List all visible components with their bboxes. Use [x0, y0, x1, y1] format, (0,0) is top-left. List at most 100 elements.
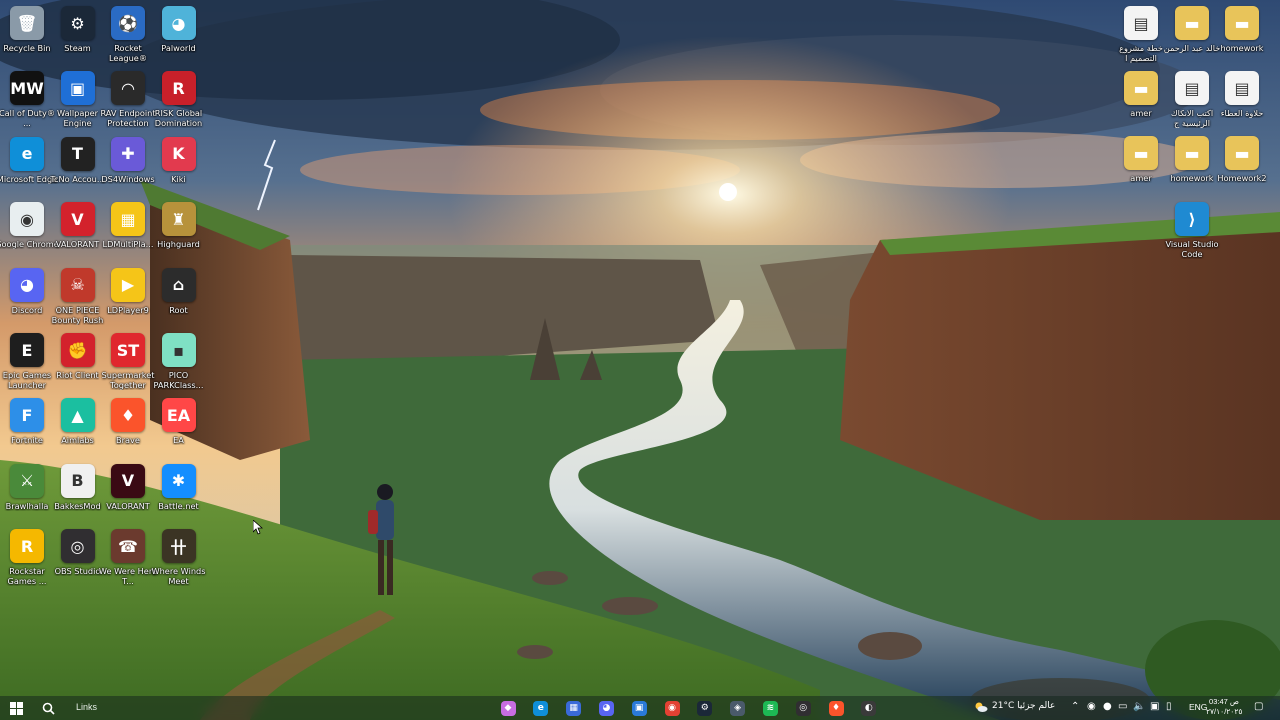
- tray-app2-icon[interactable]: ▣: [1150, 701, 1159, 712]
- desktop-icon-root[interactable]: ⌂ Root: [152, 264, 206, 328]
- desktop-icon-document[interactable]: ▤ حلاوة العطاء: [1215, 67, 1269, 131]
- desktop-icon-brawlhalla[interactable]: ⚔ Brawlhalla: [0, 460, 54, 524]
- desktop-icon-risk[interactable]: R RISK Global Domination: [152, 67, 206, 131]
- pico-park-icon: ▪: [161, 333, 196, 367]
- taskbar-copilot-icon[interactable]: ◆: [498, 698, 518, 718]
- taskbar-calendar-icon[interactable]: ▦: [564, 698, 584, 718]
- desktop-icon-document[interactable]: ▤ خطة مشروع التصميم ا: [1114, 2, 1168, 66]
- desktop-icon-label: PICO PARKClass...: [153, 370, 204, 390]
- clock-date: ٢٧/١٠/٢٠٢٥: [1206, 707, 1243, 716]
- desktop-icon-label: حلاوة العطاء: [1220, 108, 1264, 118]
- desktop-icon-valorant[interactable]: V VALORANT: [51, 198, 105, 262]
- media-icon: ◐: [861, 700, 877, 716]
- taskbar-steam-icon[interactable]: ⚙: [695, 698, 715, 718]
- brawlhalla-icon: ⚔: [10, 463, 44, 498]
- speaker-icon[interactable]: 🔈: [1133, 701, 1145, 712]
- desktop-icon-recycle-bin[interactable]: 🗑 Recycle Bin: [0, 2, 54, 66]
- taskbar-photos-icon[interactable]: ▣: [629, 698, 649, 718]
- call-of-duty-icon: MW: [10, 71, 44, 106]
- valorant-icon: V: [111, 463, 145, 498]
- desktop-icon-bakkesmod[interactable]: B BakkesMod: [51, 460, 105, 524]
- desktop-icon-where-winds-meet[interactable]: 卄 Where Winds Meet: [152, 525, 206, 589]
- steam-icon: ⚙: [60, 6, 95, 40]
- desktop-icon-tcno[interactable]: T TcNo Accou...: [50, 133, 105, 197]
- desktop-icon-fortnite[interactable]: F Fortnite: [0, 394, 54, 458]
- system-clock[interactable]: 03:47 ص ٢٧/١٠/٢٠٢٥: [1206, 697, 1242, 717]
- desktop-icon-folder[interactable]: ▬ خالد عبد الرحمن: [1164, 2, 1220, 66]
- desktop-icon-chrome[interactable]: ◉ Google Chrome: [0, 198, 59, 262]
- edge-icon: e: [533, 700, 549, 716]
- recycle-bin-icon: 🗑: [10, 6, 44, 40]
- taskbar-edge-icon[interactable]: e: [531, 698, 551, 718]
- desktop-icon-folder[interactable]: ▬ amer: [1114, 132, 1168, 196]
- desktop-icon-edge[interactable]: e Microsoft Edge: [0, 133, 57, 197]
- desktop-icon-ds4windows[interactable]: ✚ DS4Windows: [101, 133, 155, 197]
- desktop-icon-one-piece[interactable]: ☠ ONE PIECE Bounty Rush: [51, 264, 105, 328]
- weather-widget[interactable]: 21°C عالم جزئيا: [992, 701, 1055, 711]
- desktop-icon-palworld[interactable]: ◕ Palworld: [152, 2, 206, 66]
- we-were-here-icon: ☎: [111, 529, 145, 564]
- taskbar-media-icon[interactable]: ◐: [859, 698, 879, 718]
- input-language-indicator[interactable]: ENG: [1189, 702, 1207, 712]
- kiki-icon: K: [161, 136, 196, 171]
- document-icon: ▤: [1175, 71, 1209, 105]
- desktop-icon-rocket-league[interactable]: ⚽ Rocket League®: [101, 2, 155, 66]
- taskbar-spotify-icon[interactable]: ≋: [760, 698, 780, 718]
- tray-app-icon[interactable]: ◉: [1087, 701, 1096, 712]
- search-icon[interactable]: [38, 698, 58, 718]
- obs-icon: ◎: [60, 529, 95, 564]
- battery-icon[interactable]: ▯: [1166, 701, 1172, 712]
- document-icon: ▤: [1124, 6, 1158, 40]
- chrome-icon: ◉: [664, 700, 680, 716]
- where-winds-meet-icon: 卄: [161, 529, 196, 564]
- desktop-icon-pico-park[interactable]: ▪ PICO PARKClass...: [152, 329, 206, 393]
- taskbar-app-icon[interactable]: ◈: [728, 698, 748, 718]
- desktop-icon-ldplayer[interactable]: ▶ LDPlayer9: [101, 264, 155, 328]
- folder-icon: ▬: [1124, 71, 1158, 105]
- edge-icon: e: [10, 136, 44, 171]
- taskbar-discord-icon[interactable]: ◕: [596, 698, 616, 718]
- desktop-icon-aimlabs[interactable]: ▲ Aimlabs: [51, 394, 105, 458]
- desktop-icon-vscode[interactable]: ⟩ Visual Studio Code: [1165, 198, 1219, 262]
- desktop-icon-kiki[interactable]: K Kiki: [152, 133, 206, 197]
- desktop-icon-folder[interactable]: ▬ homework: [1165, 132, 1219, 196]
- taskbar-brave-icon[interactable]: ♦: [826, 698, 846, 718]
- desktop-icon-epic-games[interactable]: E Epic Games Launcher: [0, 329, 54, 393]
- desktop-icon-document[interactable]: ▤ اكتب الانكاك الرئيسية ج: [1165, 67, 1219, 131]
- brave-icon: ♦: [828, 700, 844, 716]
- valorant-icon: V: [60, 202, 95, 237]
- spotify-icon: ≋: [762, 700, 778, 716]
- desktop-icon-folder[interactable]: ▬ homework: [1215, 2, 1269, 66]
- calendar-icon: ▦: [566, 700, 582, 716]
- desktop-icon-highguard[interactable]: ♜ Highguard: [152, 198, 206, 262]
- palworld-icon: ◕: [161, 6, 196, 40]
- document-icon: ▤: [1225, 71, 1259, 105]
- photos-icon: ▣: [631, 700, 647, 716]
- desktop-icon-valorant[interactable]: V VALORANT: [101, 460, 155, 524]
- tray-chevron-up-icon[interactable]: ⌃: [1071, 701, 1079, 712]
- taskbar-chrome-icon[interactable]: ◉: [662, 698, 682, 718]
- supermarket-icon: ST: [111, 333, 145, 367]
- desktop-icon-ldmultiplayer[interactable]: ▦ LDMultiPla...: [101, 198, 155, 262]
- tray-mic-icon[interactable]: ●: [1103, 701, 1112, 712]
- notification-icon[interactable]: ▢: [1254, 701, 1263, 712]
- rockstar-icon: R: [10, 529, 44, 564]
- desktop-icon-label: Battle.net: [158, 500, 199, 511]
- wallpaper-engine-icon: ▣: [60, 71, 95, 106]
- folder-icon: ▬: [1175, 136, 1209, 170]
- desktop-icon-battlenet[interactable]: ✱ Battle.net: [152, 460, 206, 524]
- taskbar-obs-icon[interactable]: ◎: [793, 698, 813, 718]
- windows-start-icon[interactable]: [6, 698, 26, 718]
- desktop-icon-label: Homework2: [1217, 173, 1267, 183]
- battlenet-icon: ✱: [161, 463, 196, 498]
- desktop-icon-folder[interactable]: ▬ Homework2: [1215, 132, 1269, 196]
- desktop-icon-rockstar[interactable]: R Rockstar Games ...: [0, 525, 54, 589]
- desktop-icon-ea[interactable]: EA EA: [152, 394, 206, 458]
- links-toolbar-label[interactable]: Links: [76, 702, 97, 712]
- app-icon: ◈: [730, 700, 746, 716]
- folder-icon: ▬: [1225, 136, 1259, 170]
- desktop-icon-brave[interactable]: ♦ Brave: [101, 394, 155, 458]
- desktop-icon-label: RISK Global Domination: [154, 108, 203, 129]
- ea-icon: EA: [161, 398, 196, 433]
- network-icon[interactable]: ▭: [1118, 701, 1127, 712]
